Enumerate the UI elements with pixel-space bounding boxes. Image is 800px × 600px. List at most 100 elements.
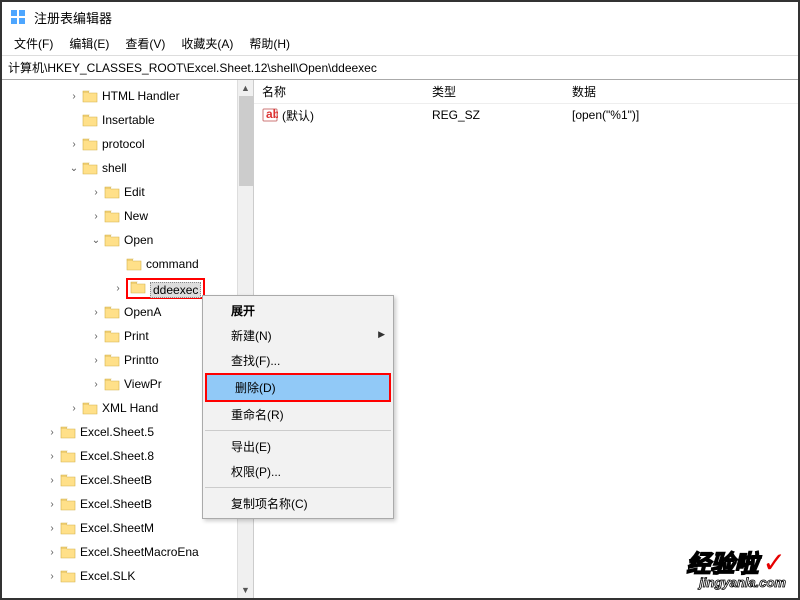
ctx-find[interactable]: 查找(F)... [203, 348, 393, 373]
ctx-separator [205, 430, 391, 431]
app-icon [10, 9, 26, 25]
tree-item-label: Excel.SheetM [80, 521, 154, 535]
folder-icon [130, 280, 146, 294]
folder-icon [82, 89, 98, 103]
ctx-separator [205, 487, 391, 488]
scroll-thumb[interactable] [239, 96, 253, 186]
ctx-permissions[interactable]: 权限(P)... [203, 459, 393, 484]
expand-icon[interactable]: › [88, 307, 104, 318]
ctx-new[interactable]: 新建(N) [203, 323, 393, 348]
expand-icon[interactable]: › [44, 547, 60, 558]
expand-icon[interactable]: › [44, 475, 60, 486]
col-header-data[interactable]: 数据 [564, 81, 604, 102]
expand-icon[interactable]: › [44, 427, 60, 438]
scroll-up-icon[interactable]: ▲ [238, 80, 253, 96]
title-bar: 注册表编辑器 [2, 2, 798, 32]
context-menu: 展开 新建(N) 查找(F)... 删除(D) 重命名(R) 导出(E) 权限(… [202, 295, 394, 519]
collapse-icon[interactable]: ⌄ [66, 163, 82, 174]
expand-icon[interactable]: › [110, 283, 126, 294]
value-row[interactable]: ab (默认) REG_SZ [open("%1")] [254, 104, 798, 126]
expand-icon[interactable]: › [88, 355, 104, 366]
tree-item-label: ddeexec [150, 282, 201, 298]
folder-icon [104, 233, 120, 247]
address-text: 计算机\HKEY_CLASSES_ROOT\Excel.Sheet.12\she… [8, 59, 377, 76]
tree-item[interactable]: ⌄Open [2, 228, 253, 252]
tree-item-label: HTML Handler [102, 89, 180, 103]
expand-icon[interactable]: › [66, 139, 82, 150]
col-header-name[interactable]: 名称 [254, 81, 424, 102]
value-data: [open("%1")] [564, 108, 647, 122]
ctx-rename[interactable]: 重命名(R) [203, 402, 393, 427]
expand-icon[interactable]: › [44, 523, 60, 534]
expand-icon[interactable]: › [44, 499, 60, 510]
folder-icon [60, 425, 76, 439]
tree-item-label: Printto [124, 353, 159, 367]
tree-item[interactable]: Insertable [2, 108, 253, 132]
folder-icon [60, 545, 76, 559]
tree-item-label: New [124, 209, 148, 223]
expand-icon[interactable]: › [88, 379, 104, 390]
ctx-copy-key-name[interactable]: 复制项名称(C) [203, 491, 393, 516]
tree-item-label: shell [102, 161, 127, 175]
tree-item[interactable]: › protocol [2, 132, 253, 156]
menu-help[interactable]: 帮助(H) [241, 33, 298, 54]
folder-icon [82, 161, 98, 175]
tree-item-label: Print [124, 329, 149, 343]
tree-item[interactable]: ⌄ shell [2, 156, 253, 180]
tree-item-label: OpenA [124, 305, 161, 319]
watermark-text: 经验啦 [687, 551, 759, 578]
expand-icon[interactable]: › [44, 571, 60, 582]
watermark-check-icon: ✓ [763, 547, 786, 578]
tree-item-label: Excel.SheetB [80, 497, 152, 511]
folder-icon [60, 497, 76, 511]
tree-item[interactable]: command [2, 252, 253, 276]
menu-favorites[interactable]: 收藏夹(A) [173, 33, 241, 54]
menu-file[interactable]: 文件(F) [6, 33, 61, 54]
folder-icon [104, 353, 120, 367]
expand-icon[interactable]: › [66, 403, 82, 414]
tree-item[interactable]: › Excel.SheetM [2, 516, 253, 540]
folder-icon [104, 377, 120, 391]
folder-icon [104, 185, 120, 199]
collapse-icon[interactable]: ⌄ [88, 235, 104, 246]
value-type: REG_SZ [424, 108, 564, 122]
tree-item-label: Excel.SheetB [80, 473, 152, 487]
folder-icon [104, 305, 120, 319]
expand-icon[interactable]: › [88, 187, 104, 198]
tree-item-label: ViewPr [124, 377, 162, 391]
menu-view[interactable]: 查看(V) [117, 33, 173, 54]
ctx-export[interactable]: 导出(E) [203, 434, 393, 459]
expand-icon[interactable]: › [88, 211, 104, 222]
ctx-delete[interactable]: 删除(D) [207, 375, 389, 400]
tree-item[interactable]: › Excel.SLK [2, 564, 253, 588]
ctx-delete-highlight-box: 删除(D) [205, 373, 391, 402]
tree-item-label: protocol [102, 137, 145, 151]
window-title: 注册表编辑器 [34, 8, 112, 27]
menu-edit[interactable]: 编辑(E) [61, 33, 117, 54]
ctx-expand[interactable]: 展开 [203, 298, 393, 323]
values-header: 名称 类型 数据 [254, 80, 798, 104]
expand-icon[interactable]: › [66, 91, 82, 102]
tree-item-label: Excel.SheetMacroEna [80, 545, 199, 559]
watermark: 经验啦✓ jingyanla.com [687, 544, 786, 590]
tree-item[interactable]: › New [2, 204, 253, 228]
folder-icon [60, 521, 76, 535]
value-name: ab (默认) [254, 107, 424, 124]
tree-item-label: Excel.SLK [80, 569, 135, 583]
tree-item[interactable]: › HTML Handler [2, 84, 253, 108]
tree-item-label: Edit [124, 185, 145, 199]
folder-icon [104, 209, 120, 223]
content-area: › HTML Handler Insertable › protocol ⌄ shell › E… [2, 80, 798, 598]
col-header-type[interactable]: 类型 [424, 81, 564, 102]
expand-icon[interactable]: › [88, 331, 104, 342]
folder-icon [82, 137, 98, 151]
tree-item[interactable]: › Edit [2, 180, 253, 204]
tree-item[interactable]: › Excel.SheetMacroEna [2, 540, 253, 564]
tree-item-label: command [146, 257, 199, 271]
folder-icon [60, 569, 76, 583]
expand-icon[interactable]: › [44, 451, 60, 462]
address-bar[interactable]: 计算机\HKEY_CLASSES_ROOT\Excel.Sheet.12\she… [2, 56, 798, 80]
scroll-down-icon[interactable]: ▼ [238, 582, 253, 598]
folder-icon [60, 473, 76, 487]
string-value-icon: ab [262, 107, 278, 123]
